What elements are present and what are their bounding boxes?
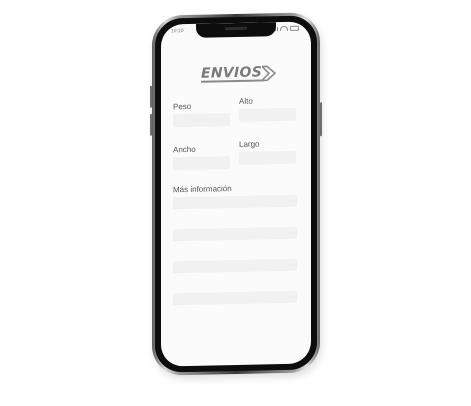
ancho-label: Ancho [173, 144, 196, 155]
more-info-input-line[interactable] [173, 290, 297, 306]
phone-bezel: 10:10 ENVIOS Peso Alto Ancho Largo Más i… [155, 15, 317, 373]
volume-button [150, 85, 152, 108]
phone-frame: 10:10 ENVIOS Peso Alto Ancho Largo Más i… [150, 12, 322, 376]
volume-button [150, 113, 152, 136]
phone-screen: 10:10 ENVIOS Peso Alto Ancho Largo Más i… [161, 21, 311, 367]
stage: 10:10 ENVIOS Peso Alto Ancho Largo Más i… [0, 0, 471, 406]
ancho-input[interactable] [173, 156, 230, 171]
alto-label: Alto [239, 96, 253, 106]
largo-input[interactable] [239, 150, 296, 165]
logo-text: ENVIOS [201, 64, 265, 83]
more-info-input-line[interactable] [173, 226, 297, 242]
alto-input[interactable] [239, 107, 296, 122]
peso-input[interactable] [173, 113, 230, 128]
more-info-label: Más información [173, 184, 232, 195]
more-info-input-line[interactable] [173, 194, 297, 210]
largo-label: Largo [239, 139, 260, 149]
peso-label: Peso [173, 101, 192, 112]
power-button [320, 102, 322, 137]
more-info-input-line[interactable] [173, 258, 297, 274]
